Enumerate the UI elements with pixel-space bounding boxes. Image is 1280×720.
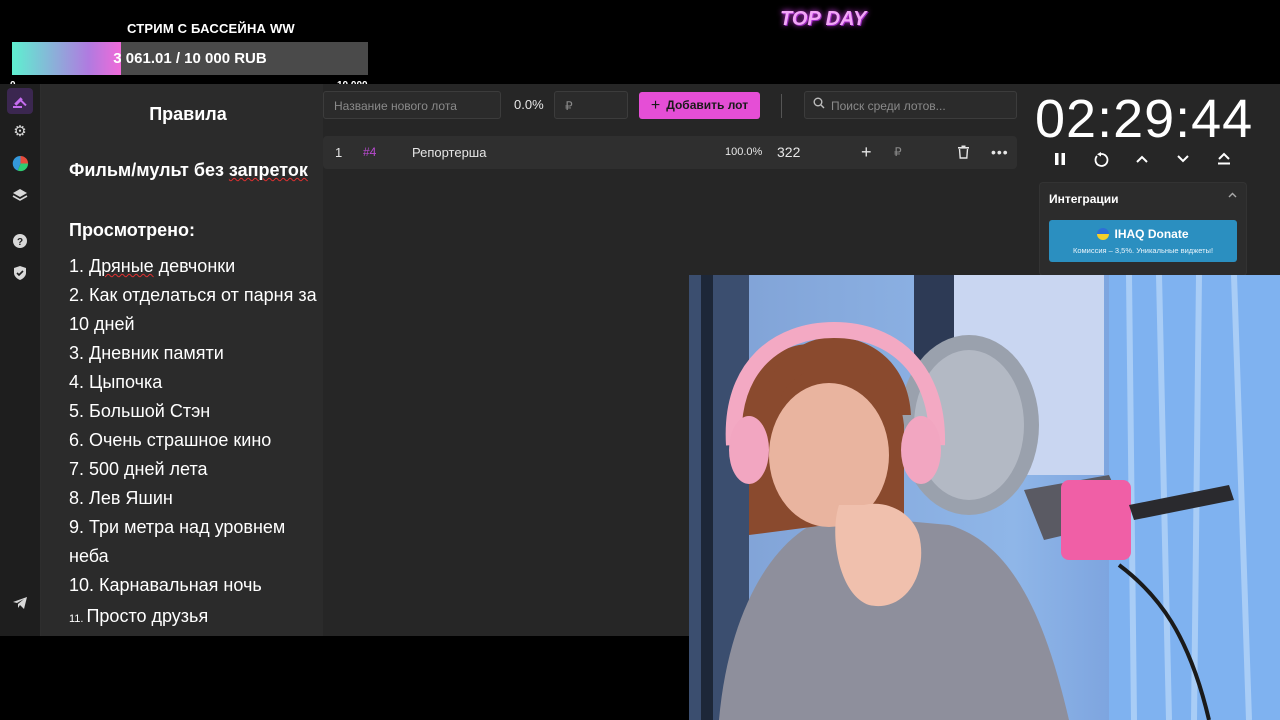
webcam-image	[689, 275, 1280, 720]
list-item: 3. Дневник памяти	[69, 343, 224, 363]
chevron-down-icon[interactable]	[1173, 152, 1193, 172]
lot-code: #4	[363, 145, 377, 159]
search-icon	[813, 97, 825, 112]
list-item: 10. Карнавальная ночь	[69, 575, 262, 595]
list-item: 5. Большой Стэн	[69, 401, 211, 421]
add-lot-button[interactable]: + Добавить лот	[639, 92, 760, 119]
gear-icon[interactable]: ⚙	[10, 121, 30, 141]
list-item-text: Просто друзья	[86, 606, 209, 626]
rules-title: Правила	[149, 104, 227, 124]
add-lot-label: Добавить лот	[666, 98, 749, 112]
lot-currency: ₽	[894, 145, 902, 159]
double-chevron-up-icon[interactable]	[1214, 152, 1234, 172]
list-item: 8. Лев Яшин	[69, 488, 173, 508]
restart-icon[interactable]	[1091, 152, 1111, 172]
list-item: 11. Просто друзья	[69, 606, 208, 627]
list-item: 6. Очень страшное кино	[69, 430, 272, 450]
list-item-number: 11.	[69, 613, 84, 625]
pie-chart-icon[interactable]	[10, 153, 30, 173]
goal-progress-text: 3 061.01 / 10 000 RUB	[113, 50, 267, 67]
integrations-title: Интеграции	[1049, 192, 1119, 206]
lot-amount-input[interactable]: ₽	[554, 91, 628, 119]
svg-text:?: ?	[17, 237, 23, 248]
ihaq-donate-button[interactable]: IHAQ Donate Комиссия – 3,5%. Уникальные …	[1049, 220, 1237, 262]
top-day-label: TOP DAY	[780, 8, 867, 30]
rules-genre: Фильм/мульт без запреток	[69, 160, 308, 180]
goal-title: СТРИМ С БАССЕЙНА WW	[127, 21, 295, 36]
chevron-up-icon[interactable]	[1228, 191, 1237, 203]
list-item: 4. Цыпочка	[69, 372, 163, 392]
list-item: 1. Дряные девчонки	[69, 256, 236, 276]
list-item: 7. 500 дней лета	[69, 459, 208, 479]
chevron-up-icon[interactable]	[1132, 152, 1152, 172]
add-amount-icon[interactable]: +	[861, 136, 872, 169]
webcam-feed	[689, 275, 1280, 720]
list-item: 9. Три метра над уровнем неба	[69, 517, 286, 566]
list-item: 2. Как отделаться от парня за 10 дней	[69, 285, 317, 334]
trash-icon[interactable]	[957, 136, 970, 169]
ukraine-flag-icon	[1097, 228, 1110, 240]
search-input[interactable]: Поиск среди лотов...	[804, 91, 1017, 119]
gavel-icon[interactable]	[7, 88, 33, 114]
lot-name-input[interactable]: Название нового лота	[323, 91, 501, 119]
shield-icon[interactable]	[10, 263, 30, 283]
telegram-icon[interactable]	[10, 593, 30, 613]
layers-icon[interactable]	[10, 185, 30, 205]
donate-name: IHAQ Donate	[1049, 227, 1237, 241]
lot-percent: 100.0%	[725, 146, 763, 158]
rules-watched-list: 1. Дряные девчонки 2. Как отделаться от …	[69, 252, 329, 600]
donate-name-text: IHAQ Donate	[1114, 227, 1189, 241]
lot-amount: 322	[777, 144, 801, 160]
table-row[interactable]: 1 #4 Репортерша 100.0% 322 + ₽ •••	[323, 136, 1017, 169]
pause-icon[interactable]	[1050, 152, 1070, 172]
more-icon[interactable]: •••	[991, 136, 1009, 169]
lot-index: 1	[335, 145, 343, 160]
integrations-panel: Интеграции IHAQ Donate Комиссия – 3,5%. …	[1039, 182, 1247, 276]
lot-percent-value: 0.0%	[514, 97, 544, 112]
goal-progress-bar: 3 061.01 / 10 000 RUB	[12, 42, 368, 75]
timer-display: 02:29:44	[1035, 89, 1254, 149]
plus-icon: +	[650, 97, 661, 114]
rules-panel: Правила Фильм/мульт без запреток Просмот…	[41, 84, 323, 636]
sidebar: ⚙ ?	[0, 84, 41, 636]
help-icon[interactable]: ?	[10, 231, 30, 251]
rules-watched-label: Просмотрено:	[69, 220, 196, 240]
toolbar-divider	[781, 94, 782, 118]
lot-title[interactable]: Репортерша	[412, 136, 486, 169]
donate-description: Комиссия – 3,5%. Уникальные виджеты!	[1072, 246, 1214, 255]
